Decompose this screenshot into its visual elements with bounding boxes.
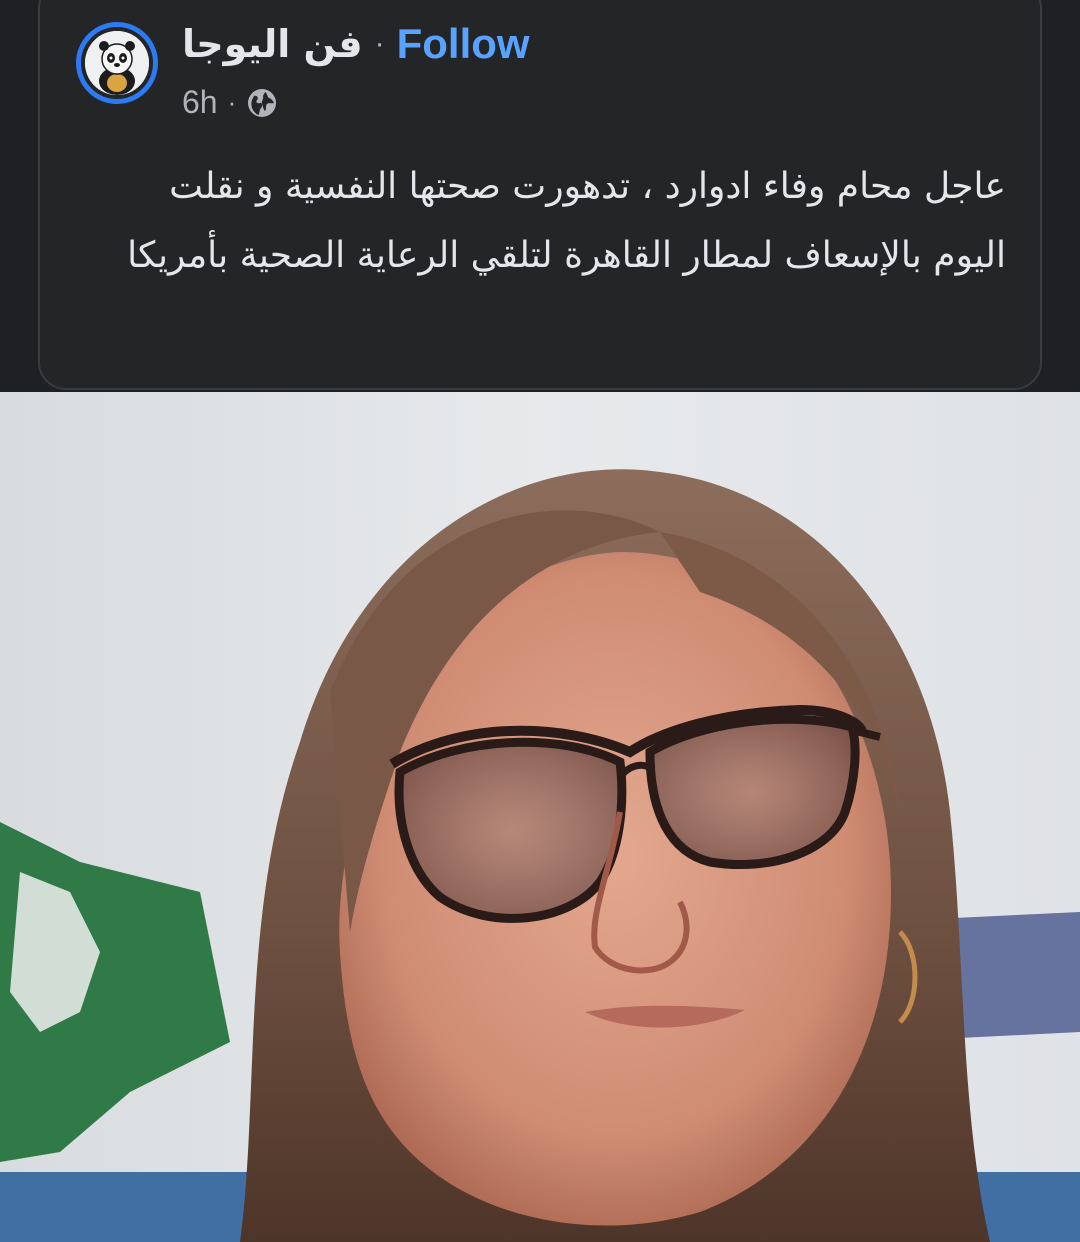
separator-dot: · (374, 27, 385, 60)
name-row: فن اليوجا · Follow (182, 14, 530, 74)
page-name[interactable]: فن اليوجا (182, 22, 363, 66)
post-text: عاجل محام وفاء ادوارد ، تدهورت صحتها الن… (127, 166, 1006, 276)
post-card: فن اليوجا · Follow 6h · عاجل محام وفاء ا… (38, 0, 1042, 390)
post-photo[interactable] (0, 392, 1080, 1242)
panda-avatar-icon (85, 31, 149, 95)
follow-button[interactable]: Follow (397, 20, 530, 68)
time-separator: · (227, 87, 237, 117)
globe-icon[interactable] (246, 87, 278, 119)
time-row: 6h · (182, 84, 530, 121)
page-avatar[interactable] (76, 22, 158, 104)
post-header: فن اليوجا · Follow 6h · (76, 20, 530, 121)
post-meta: فن اليوجا · Follow 6h · (182, 20, 530, 121)
post-time[interactable]: 6h (182, 84, 218, 121)
